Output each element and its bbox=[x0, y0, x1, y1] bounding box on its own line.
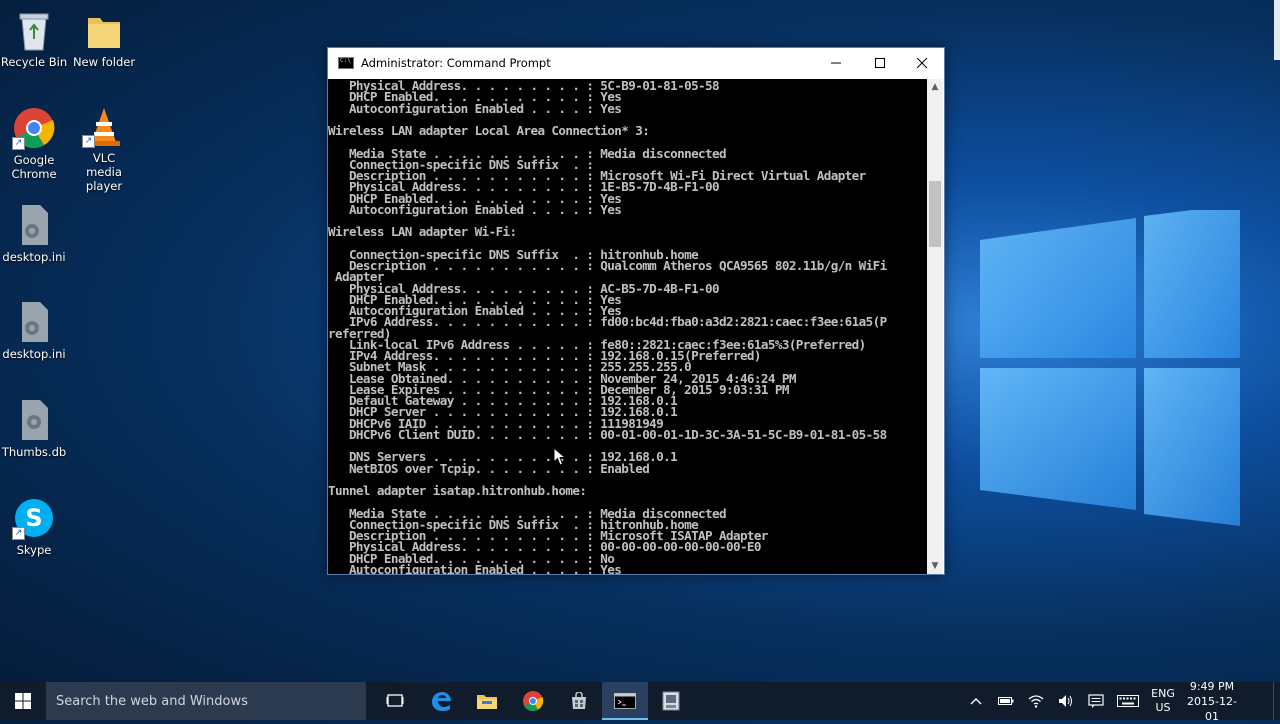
console-line: Autoconfiguration Enabled . . . . : Yes bbox=[328, 100, 622, 116]
desktop-icon-label: VLC media player bbox=[85, 151, 123, 193]
desktop-icon-desktop-ini-2[interactable]: desktop.ini bbox=[0, 300, 68, 361]
media-icon bbox=[662, 691, 680, 711]
maximize-button[interactable] bbox=[858, 48, 902, 78]
taskbar-app-command-prompt[interactable] bbox=[602, 682, 648, 720]
console-text: Physical Address. . . . . . . . . : 5C-B… bbox=[328, 79, 927, 574]
file-explorer-icon bbox=[477, 695, 497, 709]
desktop-icon-recycle-bin[interactable]: Recycle Bin bbox=[0, 8, 68, 69]
clock-time: 9:49 PM bbox=[1189, 679, 1235, 693]
console-line: Wireless LAN adapter Wi-Fi: bbox=[328, 224, 517, 240]
taskbar-app-file-explorer[interactable] bbox=[464, 682, 510, 720]
screen-edge bbox=[1274, 0, 1280, 60]
taskbar-app-media[interactable] bbox=[648, 682, 694, 720]
task-view-button[interactable] bbox=[372, 682, 418, 720]
console-line: NetBIOS over Tcpip. . . . . . . . : Enab… bbox=[328, 460, 650, 476]
desktop-icon-desktop-ini-1[interactable]: desktop.ini bbox=[0, 203, 68, 264]
language-primary: ENG bbox=[1151, 687, 1175, 700]
window-title: Administrator: Command Prompt bbox=[361, 56, 551, 70]
console-line: Autoconfiguration Enabled . . . . : Yes bbox=[328, 201, 622, 217]
windows-logo-wallpaper bbox=[980, 210, 1240, 526]
desktop-icon-label: New folder bbox=[72, 55, 136, 69]
keyboard-button[interactable] bbox=[1111, 682, 1145, 720]
volume-icon bbox=[1059, 695, 1072, 707]
desktop-icon-label: Recycle Bin bbox=[0, 55, 68, 69]
start-button[interactable] bbox=[0, 682, 46, 720]
show-hidden-icons-button[interactable] bbox=[961, 682, 991, 720]
minimize-button[interactable] bbox=[814, 48, 858, 78]
desktop-icon-label: Google Chrome bbox=[11, 153, 57, 181]
vlc-icon: ↗ bbox=[82, 104, 126, 148]
keyboard-icon bbox=[1117, 695, 1139, 707]
close-icon bbox=[916, 57, 928, 69]
close-button[interactable] bbox=[900, 48, 944, 78]
edge-icon bbox=[432, 692, 451, 711]
wifi-button[interactable] bbox=[1021, 682, 1051, 720]
battery-icon bbox=[998, 697, 1014, 705]
store-icon bbox=[572, 692, 586, 709]
settings-file-icon bbox=[12, 398, 56, 442]
vertical-scrollbar[interactable]: ▲ ▼ bbox=[927, 79, 943, 574]
recycle-bin-icon bbox=[12, 8, 56, 52]
windows-start-icon bbox=[15, 693, 31, 709]
volume-button[interactable] bbox=[1051, 682, 1081, 720]
system-tray: ENG US 9:49 PM 2015-12-01 bbox=[961, 680, 1280, 723]
shortcut-arrow-icon: ↗ bbox=[82, 135, 95, 148]
scroll-up-button[interactable]: ▲ bbox=[927, 79, 943, 95]
language-secondary: US bbox=[1155, 701, 1171, 714]
console-line: Description . . . . . . . . . . . : Qual… bbox=[328, 258, 887, 273]
settings-file-icon bbox=[12, 300, 56, 344]
taskbar: Search the web and Windows ENG US 9:49 P… bbox=[0, 680, 1280, 723]
task-view-icon bbox=[386, 694, 404, 707]
desktop-icon-thumbs-db[interactable]: Thumbs.db bbox=[0, 398, 68, 459]
chevron-up-icon bbox=[970, 698, 982, 705]
desktop-icon-skype[interactable]: S ↗ Skype bbox=[0, 496, 68, 557]
skype-icon: S ↗ bbox=[12, 496, 56, 540]
console-line: DHCPv6 Client DUID. . . . . . . . : 00-0… bbox=[328, 426, 887, 442]
taskbar-app-store[interactable] bbox=[556, 682, 602, 720]
desktop-icon-label: desktop.ini bbox=[2, 347, 66, 361]
desktop-icon-new-folder[interactable]: New folder bbox=[70, 8, 138, 69]
folder-icon bbox=[82, 8, 126, 52]
console-line: Autoconfiguration Enabled . . . . : Yes bbox=[328, 561, 622, 574]
battery-button[interactable] bbox=[991, 682, 1021, 720]
mouse-pointer-icon bbox=[553, 447, 567, 466]
console-line: IPv6 Address. . . . . . . . . . . : fd00… bbox=[328, 314, 887, 330]
show-desktop-button[interactable] bbox=[1273, 682, 1280, 720]
chrome-icon: ↗ bbox=[12, 106, 56, 150]
clock[interactable]: 9:49 PM 2015-12-01 bbox=[1181, 679, 1243, 724]
command-prompt-window[interactable]: Administrator: Command Prompt Physical A… bbox=[327, 47, 945, 575]
language-indicator[interactable]: ENG US bbox=[1145, 687, 1181, 715]
notification-button[interactable] bbox=[1243, 682, 1273, 720]
desktop-icon-label: Skype bbox=[16, 543, 52, 557]
chrome-icon bbox=[523, 691, 544, 712]
window-titlebar[interactable]: Administrator: Command Prompt bbox=[328, 48, 944, 78]
search-placeholder: Search the web and Windows bbox=[56, 693, 248, 709]
svg-text:S: S bbox=[25, 504, 42, 532]
taskbar-app-edge[interactable] bbox=[418, 682, 464, 720]
shortcut-arrow-icon: ↗ bbox=[12, 527, 25, 540]
shortcut-arrow-icon: ↗ bbox=[12, 137, 25, 150]
desktop-icon-label: desktop.ini bbox=[2, 250, 66, 264]
scroll-thumb[interactable] bbox=[929, 181, 941, 247]
taskbar-app-chrome[interactable] bbox=[510, 682, 556, 720]
message-icon bbox=[1088, 694, 1104, 708]
clock-date: 2015-12-01 bbox=[1187, 694, 1237, 723]
action-center-message-button[interactable] bbox=[1081, 682, 1111, 720]
settings-file-icon bbox=[12, 203, 56, 247]
desktop-icon-label: Thumbs.db bbox=[1, 445, 67, 459]
console-line: Tunnel adapter isatap.hitronhub.home: bbox=[328, 483, 587, 498]
console-output[interactable]: Physical Address. . . . . . . . . : 5C-B… bbox=[328, 79, 927, 574]
command-prompt-icon bbox=[614, 693, 636, 709]
desktop-icon-google-chrome[interactable]: ↗ Google Chrome bbox=[0, 106, 68, 181]
desktop-icon-vlc[interactable]: ↗ VLC media player bbox=[70, 104, 138, 193]
console-line: Wireless LAN adapter Local Area Connecti… bbox=[328, 123, 650, 138]
scroll-down-button[interactable]: ▼ bbox=[927, 558, 943, 574]
wifi-icon bbox=[1028, 695, 1044, 708]
command-prompt-icon bbox=[338, 57, 354, 69]
search-input[interactable]: Search the web and Windows bbox=[46, 682, 366, 720]
